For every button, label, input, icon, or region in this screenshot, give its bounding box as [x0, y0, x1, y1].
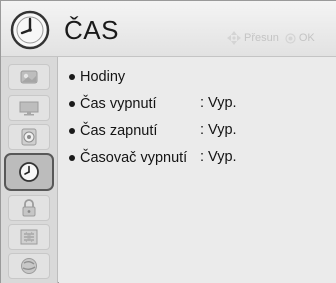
time-menu-panel: ČAS Přesun OK Hodiny Čas vypnutí: Vyp. … [0, 0, 336, 283]
options-icon [20, 229, 38, 245]
sidebar-item-network[interactable] [8, 253, 50, 279]
sound-icon [21, 128, 37, 146]
ok-button-icon [285, 32, 296, 44]
menu-item-value: : Vyp. [200, 122, 237, 138]
bullet-icon [69, 101, 75, 107]
network-icon [21, 258, 37, 274]
bullet-icon [69, 128, 75, 134]
category-sidebar [1, 57, 58, 283]
lock-icon [22, 199, 36, 217]
picture-icon [20, 70, 38, 84]
menu-item-value: : Vyp. [200, 95, 237, 111]
sidebar-item-picture[interactable] [8, 64, 50, 90]
bullet-icon [69, 155, 75, 161]
menu-header: ČAS Přesun OK [1, 1, 336, 57]
hint-move-label: Přesun [244, 32, 279, 44]
sidebar-item-time[interactable] [4, 153, 54, 191]
clock-icon [19, 162, 39, 182]
hint-ok-label: OK [298, 32, 315, 44]
menu-item-on-time[interactable]: Čas zapnutí : Vyp. [69, 121, 309, 141]
bullet-icon [69, 74, 75, 80]
sidebar-item-sound[interactable] [8, 124, 50, 150]
navigation-hint: Přesun OK [227, 31, 315, 45]
clock-icon [10, 10, 50, 50]
menu-item-clock[interactable]: Hodiny [69, 67, 125, 87]
sidebar-item-lock[interactable] [8, 195, 50, 221]
menu-item-sleep-timer[interactable]: Časovač vypnutí : Vyp. [69, 148, 309, 168]
menu-item-label: Čas vypnutí [80, 96, 157, 112]
move-arrows-icon [227, 31, 241, 45]
page-title: ČAS [64, 15, 119, 45]
sidebar-item-screen[interactable] [8, 95, 50, 121]
menu-item-label: Časovač vypnutí [80, 150, 188, 166]
menu-item-label: Hodiny [80, 69, 126, 85]
sidebar-item-options[interactable] [8, 224, 50, 250]
menu-item-off-time[interactable]: Čas vypnutí : Vyp. [69, 94, 309, 114]
screen-icon [19, 101, 39, 116]
menu-content: Hodiny Čas vypnutí : Vyp. Čas zapnutí : … [59, 57, 336, 283]
menu-item-label: Čas zapnutí [80, 123, 158, 139]
menu-item-value: : Vyp. [200, 149, 237, 165]
